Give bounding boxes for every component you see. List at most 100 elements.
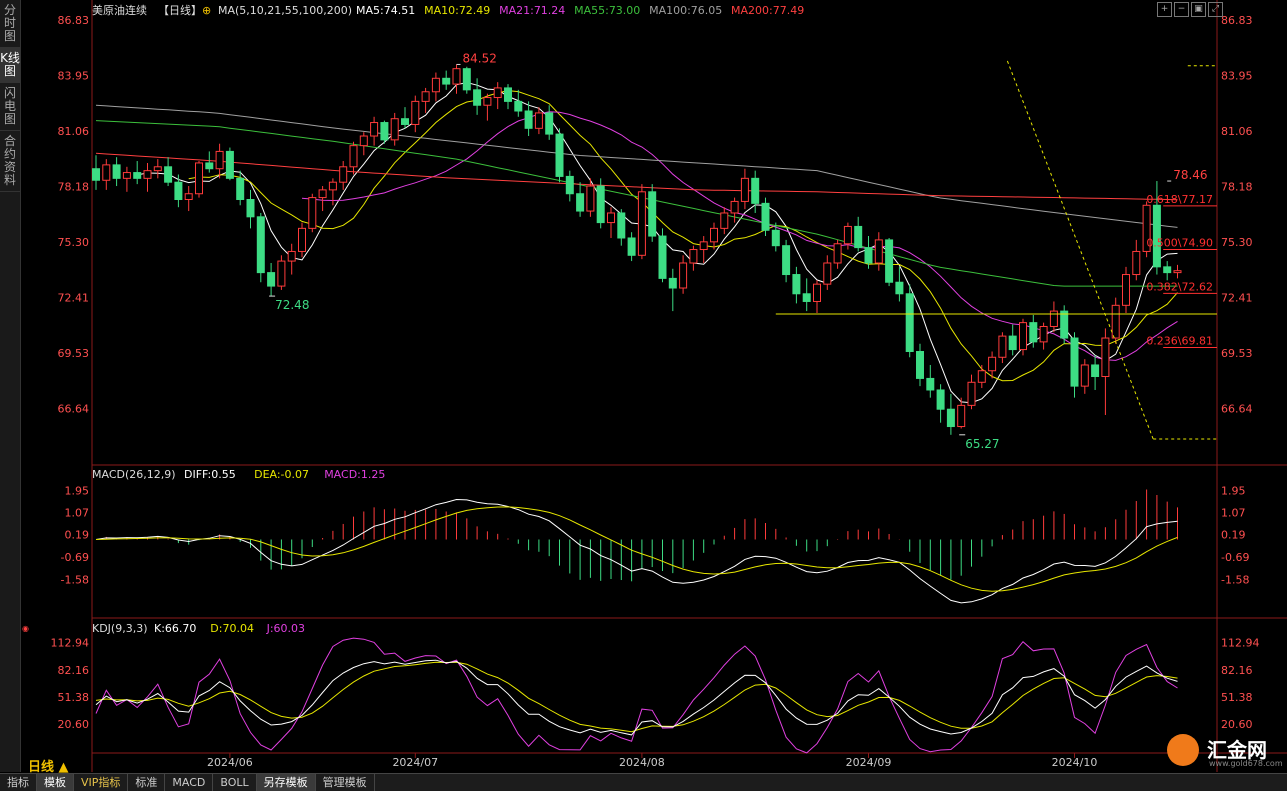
- zoom-out-icon[interactable]: −: [1174, 2, 1189, 17]
- candle-body: [946, 408, 955, 428]
- x-tick-label: 2024/07: [392, 756, 438, 769]
- macd-legend-1: DEA:-0.07: [254, 468, 309, 481]
- ma-legend-5: MA200:77.49: [731, 4, 804, 17]
- candle-body: [122, 172, 131, 179]
- projection-diagonal-line: [1006, 60, 1154, 440]
- candle-body: [637, 191, 646, 256]
- candle-body: [648, 191, 657, 237]
- fullscreen-icon[interactable]: ⤢: [1208, 2, 1223, 17]
- y-tick-right: 66.64: [1221, 402, 1253, 415]
- bottom-tab-0[interactable]: 指标: [0, 774, 37, 791]
- candle-body: [833, 243, 842, 264]
- candle-body: [195, 162, 203, 195]
- candle-body: [1101, 337, 1110, 378]
- candle-body: [205, 162, 214, 170]
- macd-y-tick-right: 1.95: [1221, 484, 1246, 497]
- candle-body: [1008, 335, 1017, 351]
- y-tick-right: 81.06: [1221, 125, 1253, 138]
- candle-body: [431, 77, 440, 93]
- candle-body: [761, 202, 770, 231]
- macd-y-tick-left: 1.95: [65, 484, 90, 497]
- candle-body: [1080, 364, 1089, 387]
- candle-body: [390, 118, 399, 141]
- chart-area[interactable]: 86.83 86.83 83.95 83.95 81.06 81.06 78.18 78.18…: [0, 0, 1287, 772]
- candle-body: [813, 283, 821, 302]
- candle-body: [885, 239, 894, 283]
- macd-y-tick-right: -0.69: [1221, 551, 1249, 564]
- candle-body: [545, 112, 554, 135]
- candle-body: [277, 260, 286, 287]
- candle-body: [627, 237, 636, 256]
- candle-body: [1060, 310, 1069, 339]
- add-indicator-icon: ⊕: [202, 4, 211, 17]
- fib-label: 0.618\77.17: [1146, 193, 1213, 206]
- y-tick-right: 69.53: [1221, 347, 1253, 360]
- y-tick-left: 69.53: [58, 347, 90, 360]
- bottom-tab-1[interactable]: 模板: [37, 774, 74, 791]
- candle-body: [267, 272, 276, 287]
- candle-body: [689, 249, 698, 264]
- candles: [92, 64, 1182, 435]
- candle-body: [967, 381, 976, 406]
- candle-body: [452, 68, 461, 85]
- ma-legend-0: MA5:74.51: [356, 4, 415, 17]
- candle-body: [164, 166, 173, 183]
- candle-body: [926, 377, 935, 391]
- candle-body: [215, 150, 224, 170]
- candle-body: [710, 227, 718, 243]
- candle-body: [596, 185, 605, 224]
- candle-body: [730, 200, 739, 214]
- candle-body: [565, 175, 574, 195]
- candle-body: [1091, 364, 1100, 378]
- annotation-low: 65.27: [965, 437, 999, 451]
- candle-body: [823, 262, 832, 285]
- candle-body: [1173, 270, 1182, 274]
- bottom-tab-7[interactable]: 管理模板: [316, 774, 375, 791]
- y-tick-right: 86.83: [1221, 14, 1253, 27]
- candle-body: [916, 350, 924, 379]
- y-tick-left: 66.64: [58, 402, 90, 415]
- ma-line-ma5: [137, 81, 1178, 404]
- candle-body: [102, 164, 111, 181]
- bottom-tab-4[interactable]: MACD: [165, 774, 214, 791]
- candle-body: [586, 185, 595, 212]
- annotation-high: 84.52: [463, 51, 497, 65]
- zoom-in-icon[interactable]: +: [1157, 2, 1172, 17]
- candle-body: [421, 91, 430, 102]
- kdj-j-line: [95, 637, 1178, 754]
- candle-body: [483, 97, 492, 106]
- macd-legend-0: DIFF:0.55: [184, 468, 236, 481]
- y-tick-right: 72.41: [1221, 291, 1253, 304]
- kdj-settings-icon: ◉: [22, 624, 29, 633]
- bottom-tab-3[interactable]: 标准: [128, 774, 166, 791]
- candle-body: [782, 245, 791, 276]
- kdj-legend-0: K:66.70: [154, 622, 196, 635]
- macd-histogram: [105, 489, 1178, 582]
- candle-body: [225, 150, 234, 179]
- candle-body: [1049, 310, 1058, 327]
- kdj-y-tick-left: 82.16: [58, 664, 90, 677]
- kdj-y-tick-right: 20.60: [1221, 718, 1253, 731]
- bottom-tab-bar: 指标 模板 VIP指标 标准 MACD BOLL 另存模板 管理模板: [0, 773, 1287, 791]
- bottom-tab-2[interactable]: VIP指标: [74, 774, 129, 791]
- candle-body: [957, 404, 966, 428]
- x-tick-label: 2024/09: [846, 756, 892, 769]
- macd-legend-2: MACD:1.25: [324, 468, 385, 481]
- candle-body: [401, 118, 409, 125]
- candle-body: [442, 77, 451, 85]
- kdj-y-tick-left: 20.60: [58, 718, 90, 731]
- candle-body: [905, 293, 914, 352]
- candle-body: [751, 177, 760, 204]
- y-tick-left: 81.06: [58, 125, 90, 138]
- bottom-tab-5[interactable]: BOLL: [213, 774, 257, 791]
- bottom-tab-6[interactable]: 另存模板: [256, 774, 316, 791]
- candle-body: [349, 145, 358, 168]
- ma-line-ma10: [188, 90, 1178, 382]
- candle-body: [874, 239, 883, 264]
- candle-body: [1070, 337, 1079, 387]
- chart-toolbar: + − ▣ ⤢: [1157, 2, 1223, 17]
- site-logo: 汇金网 www.gold678.com: [1165, 732, 1285, 770]
- ma-line-ma200: [95, 152, 1178, 201]
- fit-icon[interactable]: ▣: [1191, 2, 1206, 17]
- candle-body: [534, 112, 543, 129]
